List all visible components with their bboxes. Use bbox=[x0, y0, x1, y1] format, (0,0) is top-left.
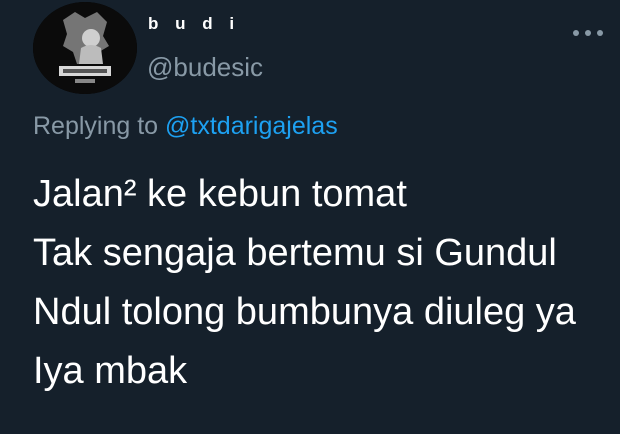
user-handle[interactable]: @budesic bbox=[147, 52, 263, 83]
tweet-text-line: Tak sengaja bertemu si Gundul bbox=[33, 232, 557, 274]
display-name[interactable]: b u d i bbox=[148, 14, 240, 34]
avatar-image bbox=[33, 2, 137, 94]
tweet-text: Jalan² ke kebun tomat Tak sengaja bertem… bbox=[33, 165, 613, 401]
tweet-text-line: Iya mbak bbox=[33, 350, 188, 392]
replying-to-mention-link[interactable]: @txtdarigajelas bbox=[165, 112, 338, 140]
tweet-card: b u d i @budesic Replying to @txtdarigaj… bbox=[0, 0, 620, 434]
tweet-text-line: Ndul tolong bumbunya diuleg ya bbox=[33, 291, 576, 333]
replying-to-label: Replying to bbox=[33, 112, 159, 140]
replying-to-line: Replying to @txtdarigajelas bbox=[33, 112, 338, 141]
avatar[interactable] bbox=[33, 2, 137, 94]
tweet-text-line: Jalan² ke kebun tomat bbox=[33, 173, 407, 215]
more-dots-icon[interactable] bbox=[570, 26, 606, 38]
